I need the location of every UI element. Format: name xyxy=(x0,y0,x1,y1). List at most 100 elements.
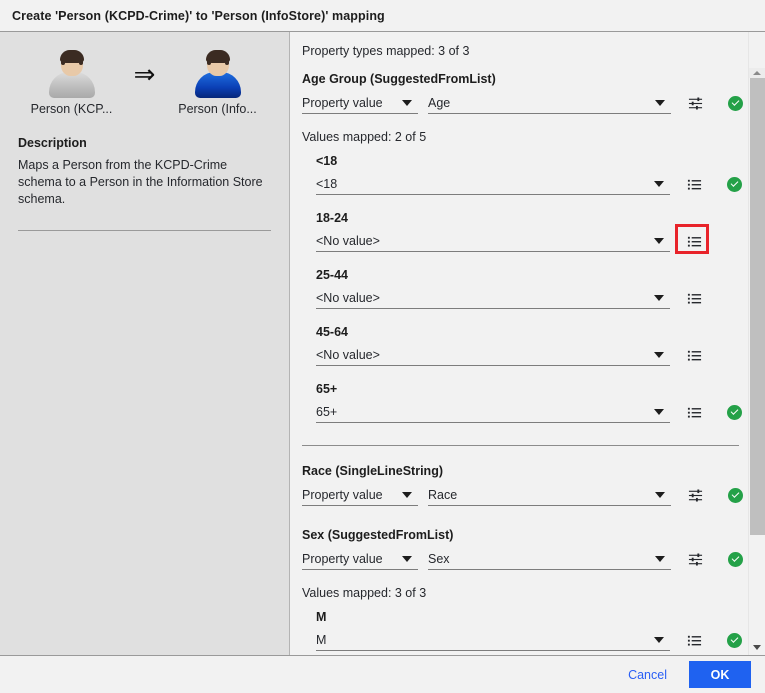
target-property-select[interactable]: Sex xyxy=(428,548,671,570)
value-mapping-row: <No value> xyxy=(316,342,748,366)
target-property-value: Age xyxy=(428,96,651,110)
value-target-value: <18 xyxy=(316,177,650,191)
list-icon[interactable] xyxy=(682,344,706,366)
description-text: Maps a Person from the KCPD-Crime schema… xyxy=(18,157,271,208)
list-icon[interactable] xyxy=(682,230,706,252)
entity-mapping-diagram: Person (KCP... ⇒ Person (Info... xyxy=(18,46,271,116)
double-arrow-right-icon: ⇒ xyxy=(123,50,167,98)
scrollbar-thumb[interactable] xyxy=(750,78,765,535)
value-source-label: M xyxy=(316,610,748,624)
value-row: 25-44 <No value> xyxy=(316,268,748,309)
mapping-dialog: Create 'Person (KCPD-Crime)' to 'Person … xyxy=(0,0,765,693)
status-badge-ok xyxy=(727,177,742,192)
source-entity-label: Person (KCP... xyxy=(24,102,120,116)
chevron-down-icon xyxy=(654,238,664,244)
value-source-label: 25-44 xyxy=(316,268,748,282)
value-target-value: M xyxy=(316,633,650,647)
cancel-button[interactable]: Cancel xyxy=(618,662,677,688)
status-badge-ok xyxy=(728,552,743,567)
mapping-properties-panel: Property types mapped: 3 of 3 Age Group … xyxy=(290,32,765,655)
property-title: Age Group (SuggestedFromList) xyxy=(302,72,748,86)
sliders-icon[interactable] xyxy=(683,92,707,114)
value-source-label: 65+ xyxy=(316,382,748,396)
target-entity: Person (Info... xyxy=(170,50,266,116)
chevron-down-icon xyxy=(654,352,664,358)
dialog-footer: Cancel OK xyxy=(0,655,765,693)
value-target-value: <No value> xyxy=(316,234,650,248)
value-row: 18-24 <No value> xyxy=(316,211,748,252)
status-badge-ok xyxy=(728,96,743,111)
property-title: Sex (SuggestedFromList) xyxy=(302,528,748,542)
value-mapping-row: <No value> xyxy=(316,285,748,309)
status-badge-ok xyxy=(728,488,743,503)
value-target-value: <No value> xyxy=(316,291,650,305)
value-mapping-row: <No value> xyxy=(316,228,748,252)
mapping-type-select[interactable]: Property value xyxy=(302,548,418,570)
chevron-down-icon xyxy=(655,492,665,498)
target-property-select[interactable]: Race xyxy=(428,484,671,506)
mapping-type-select[interactable]: Property value xyxy=(302,484,418,506)
source-entity: Person (KCP... xyxy=(24,50,120,116)
dialog-titlebar: Create 'Person (KCPD-Crime)' to 'Person … xyxy=(0,0,765,32)
property-block-race: Race (SingleLineString) Property value R… xyxy=(302,464,748,506)
property-mapping-row: Property value Age xyxy=(302,90,748,114)
mapping-type-value: Property value xyxy=(302,96,398,110)
status-badge-ok xyxy=(727,633,742,648)
target-property-value: Race xyxy=(428,488,651,502)
chevron-down-icon xyxy=(655,100,665,106)
chevron-down-icon xyxy=(654,409,664,415)
sliders-icon[interactable] xyxy=(683,548,707,570)
left-panel-divider xyxy=(18,230,271,231)
list-icon[interactable] xyxy=(682,287,706,309)
target-property-value: Sex xyxy=(428,552,651,566)
list-icon[interactable] xyxy=(682,629,706,651)
chevron-down-icon xyxy=(655,556,665,562)
scroll-up-arrow-icon[interactable] xyxy=(749,68,765,78)
value-target-select[interactable]: <No value> xyxy=(316,344,670,366)
status-badge-ok xyxy=(727,405,742,420)
chevron-down-icon xyxy=(654,295,664,301)
value-target-select[interactable]: 65+ xyxy=(316,401,670,423)
value-target-value: <No value> xyxy=(316,348,650,362)
value-mapping-row: M xyxy=(316,627,748,651)
property-mapping-row: Property value Sex xyxy=(302,546,748,570)
mapping-type-value: Property value xyxy=(302,552,398,566)
mapping-type-value: Property value xyxy=(302,488,398,502)
left-info-panel: Person (KCP... ⇒ Person (Info... Descrip… xyxy=(0,32,290,655)
target-entity-label: Person (Info... xyxy=(170,102,266,116)
property-mapping-row: Property value Race xyxy=(302,482,748,506)
status-badge-none xyxy=(727,348,742,363)
dialog-body: Person (KCP... ⇒ Person (Info... Descrip… xyxy=(0,32,765,655)
status-badge-none xyxy=(727,291,742,306)
list-icon[interactable] xyxy=(682,173,706,195)
property-block-age-group: Age Group (SuggestedFromList) Property v… xyxy=(302,72,748,423)
person-gray-icon xyxy=(46,50,98,98)
chevron-down-icon xyxy=(402,556,412,562)
value-row: 65+ 65+ xyxy=(316,382,748,423)
value-target-select[interactable]: M xyxy=(316,629,670,651)
values-mapped-summary: Values mapped: 3 of 3 xyxy=(302,586,748,600)
sliders-icon[interactable] xyxy=(683,484,707,506)
value-row: <18 <18 xyxy=(316,154,748,195)
chevron-down-icon xyxy=(402,492,412,498)
values-mapped-summary: Values mapped: 2 of 5 xyxy=(302,130,748,144)
chevron-down-icon xyxy=(402,100,412,106)
vertical-scrollbar[interactable] xyxy=(748,32,765,655)
value-mapping-row: 65+ xyxy=(316,399,748,423)
scroll-down-arrow-icon[interactable] xyxy=(749,639,765,655)
section-divider xyxy=(302,445,739,446)
target-property-select[interactable]: Age xyxy=(428,92,671,114)
value-source-label: <18 xyxy=(316,154,748,168)
value-target-select[interactable]: <No value> xyxy=(316,230,670,252)
list-icon[interactable] xyxy=(682,401,706,423)
value-row: 45-64 <No value> xyxy=(316,325,748,366)
value-target-select[interactable]: <No value> xyxy=(316,287,670,309)
chevron-down-icon xyxy=(654,637,664,643)
property-title: Race (SingleLineString) xyxy=(302,464,748,478)
description-heading: Description xyxy=(18,136,271,150)
chevron-down-icon xyxy=(654,181,664,187)
mapping-type-select[interactable]: Property value xyxy=(302,92,418,114)
status-badge-none xyxy=(727,234,742,249)
value-target-select[interactable]: <18 xyxy=(316,173,670,195)
ok-button[interactable]: OK xyxy=(689,661,751,688)
